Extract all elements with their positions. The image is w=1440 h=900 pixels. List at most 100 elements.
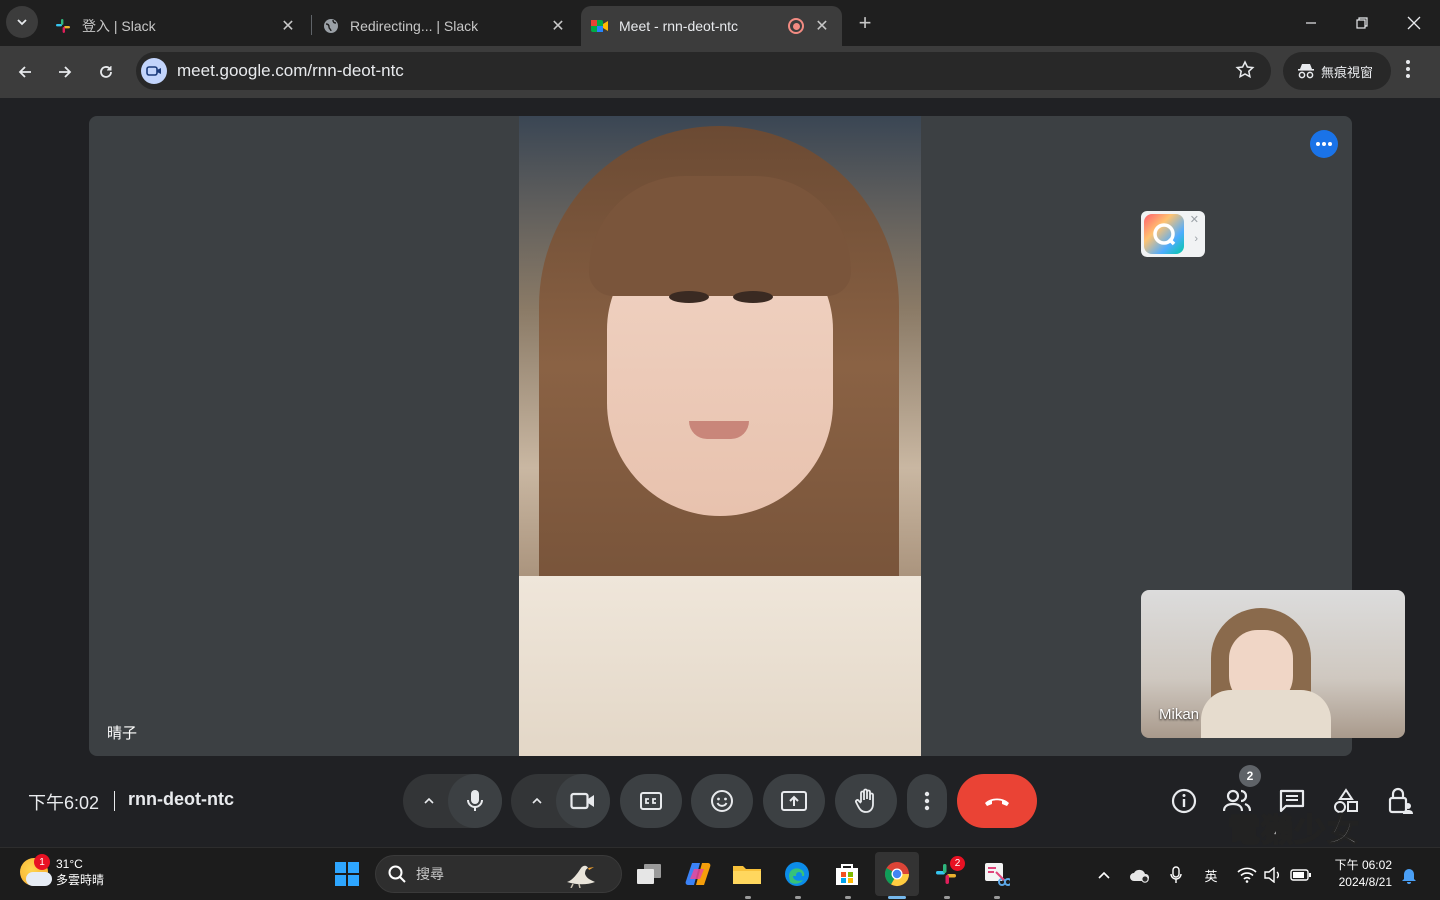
incognito-label: 無痕視窗 (1321, 64, 1374, 80)
chevron-right-icon[interactable]: › (1194, 233, 1198, 245)
host-controls-button[interactable] (1386, 786, 1416, 816)
minimize-icon (1306, 22, 1316, 24)
participant-video[interactable] (519, 116, 921, 756)
edge-icon (785, 862, 809, 886)
onedrive-icon[interactable] (1129, 864, 1151, 886)
microphone-button[interactable] (448, 774, 502, 828)
weather-desc: 多雲時晴 (56, 873, 105, 887)
recording-icon (788, 18, 804, 34)
search-highlight-bird-icon (551, 862, 607, 891)
edge-button[interactable] (781, 858, 813, 890)
more-vert-icon (924, 791, 930, 811)
present-button[interactable] (763, 774, 825, 828)
bookmark-star-icon[interactable] (1235, 60, 1255, 85)
watermark-logo: 電獺少女 (1227, 811, 1361, 849)
info-icon (1171, 788, 1197, 814)
ime-label: 英 (1204, 868, 1218, 884)
forward-button[interactable] (49, 56, 81, 88)
running-indicator (845, 896, 851, 899)
close-icon[interactable]: ✕ (278, 16, 298, 36)
meeting-details-button[interactable] (1169, 786, 1199, 816)
extension-popup[interactable]: ✕ › (1141, 211, 1205, 257)
weather-widget[interactable]: 31°C 多雲時晴 (20, 856, 104, 888)
incognito-indicator[interactable]: 無痕視窗 (1283, 52, 1391, 90)
incognito-icon (1298, 64, 1314, 79)
copilot-icon (685, 863, 711, 885)
video-camera-icon (141, 58, 167, 84)
store-button[interactable] (831, 858, 863, 890)
microphone-tray-icon[interactable] (1165, 864, 1187, 886)
chrome-button[interactable] (875, 852, 919, 896)
start-button[interactable] (331, 858, 363, 890)
running-indicator (994, 896, 1000, 899)
snipping-tool-icon (985, 863, 1010, 886)
extension-logo-icon (1144, 214, 1184, 254)
tile-options-button[interactable] (1310, 130, 1338, 158)
meeting-time: 下午6:02 (28, 793, 100, 813)
tab-divider (311, 15, 312, 35)
back-button[interactable] (9, 56, 41, 88)
windows-taskbar: 31°C 多雲時晴 1 搜尋 2 英 下午 06:02 2024/8/21 (0, 847, 1440, 900)
captions-button[interactable] (620, 774, 682, 828)
task-view-icon (637, 864, 661, 884)
close-icon[interactable]: ✕ (812, 16, 832, 36)
tab-search-button[interactable] (6, 6, 38, 38)
raise-hand-button[interactable] (835, 774, 897, 828)
task-view-button[interactable] (633, 858, 665, 890)
close-icon[interactable]: ✕ (1190, 213, 1199, 226)
tab-title: 登入 | Slack (82, 18, 156, 34)
video-options-button[interactable] (515, 774, 559, 828)
close-icon[interactable]: ✕ (548, 16, 568, 36)
wifi-icon[interactable] (1236, 864, 1258, 886)
weather-temp: 31°C (56, 857, 83, 871)
active-indicator (888, 896, 906, 899)
copilot-button[interactable] (682, 858, 714, 890)
camera-button[interactable] (556, 774, 610, 828)
notification-bell-icon[interactable] (1398, 864, 1420, 886)
chevron-up-icon (1098, 871, 1110, 879)
snipping-tool-button[interactable] (980, 858, 1012, 890)
arrow-right-icon (59, 66, 72, 78)
address-bar[interactable]: meet.google.com/rnn-deot-ntc (136, 52, 1271, 90)
more-options-button[interactable] (907, 774, 947, 828)
tab-title: Meet - rnn-deot-ntc (619, 18, 739, 34)
volume-icon[interactable] (1262, 864, 1284, 886)
self-body (1201, 690, 1331, 738)
video-camera-icon (570, 792, 594, 810)
minimize-button[interactable] (1288, 8, 1334, 38)
file-explorer-button[interactable] (731, 858, 763, 890)
tab-slack-login[interactable]: 登入 | Slack ✕ (44, 6, 308, 46)
leave-call-button[interactable] (957, 774, 1037, 828)
meet-icon (591, 17, 609, 35)
reactions-button[interactable] (691, 774, 753, 828)
tab-meet[interactable]: Meet - rnn-deot-ntc ✕ (581, 6, 842, 46)
windows-logo-icon (335, 862, 359, 886)
lock-person-icon (1388, 787, 1413, 814)
url-text: meet.google.com/rnn-deot-ntc (177, 61, 404, 80)
battery-icon[interactable] (1290, 864, 1312, 886)
closed-captions-icon (640, 792, 662, 810)
new-tab-button[interactable]: + (852, 10, 878, 36)
taskbar-search[interactable]: 搜尋 (375, 855, 622, 893)
globe-icon (322, 17, 340, 35)
restore-button[interactable] (1339, 8, 1385, 38)
video-eye (733, 291, 773, 303)
ime-indicator[interactable]: 英 (1200, 864, 1222, 886)
show-hidden-icons-button[interactable] (1093, 864, 1115, 886)
tab-strip: 登入 | Slack ✕ Redirecting... | Slack ✕ Me… (0, 0, 1440, 46)
browser-menu-button[interactable] (1405, 59, 1411, 84)
self-name: Mikan (1159, 706, 1200, 723)
tab-slack-redirect[interactable]: Redirecting... | Slack ✕ (314, 6, 578, 46)
clock-date: 2024/8/21 (1338, 875, 1392, 889)
chevron-up-icon (424, 797, 434, 804)
close-window-button[interactable] (1391, 8, 1437, 38)
reload-button[interactable] (90, 56, 122, 88)
phone-hangup-icon (985, 798, 1009, 806)
video-bangs (589, 176, 851, 296)
self-view-tile[interactable]: Mikan (1141, 590, 1405, 738)
taskbar-clock[interactable]: 下午 06:02 2024/8/21 (1328, 857, 1392, 891)
meeting-code: rnn-deot-ntc (128, 789, 234, 809)
audio-options-button[interactable] (407, 774, 451, 828)
video-eye (669, 291, 709, 303)
running-indicator (795, 896, 801, 899)
